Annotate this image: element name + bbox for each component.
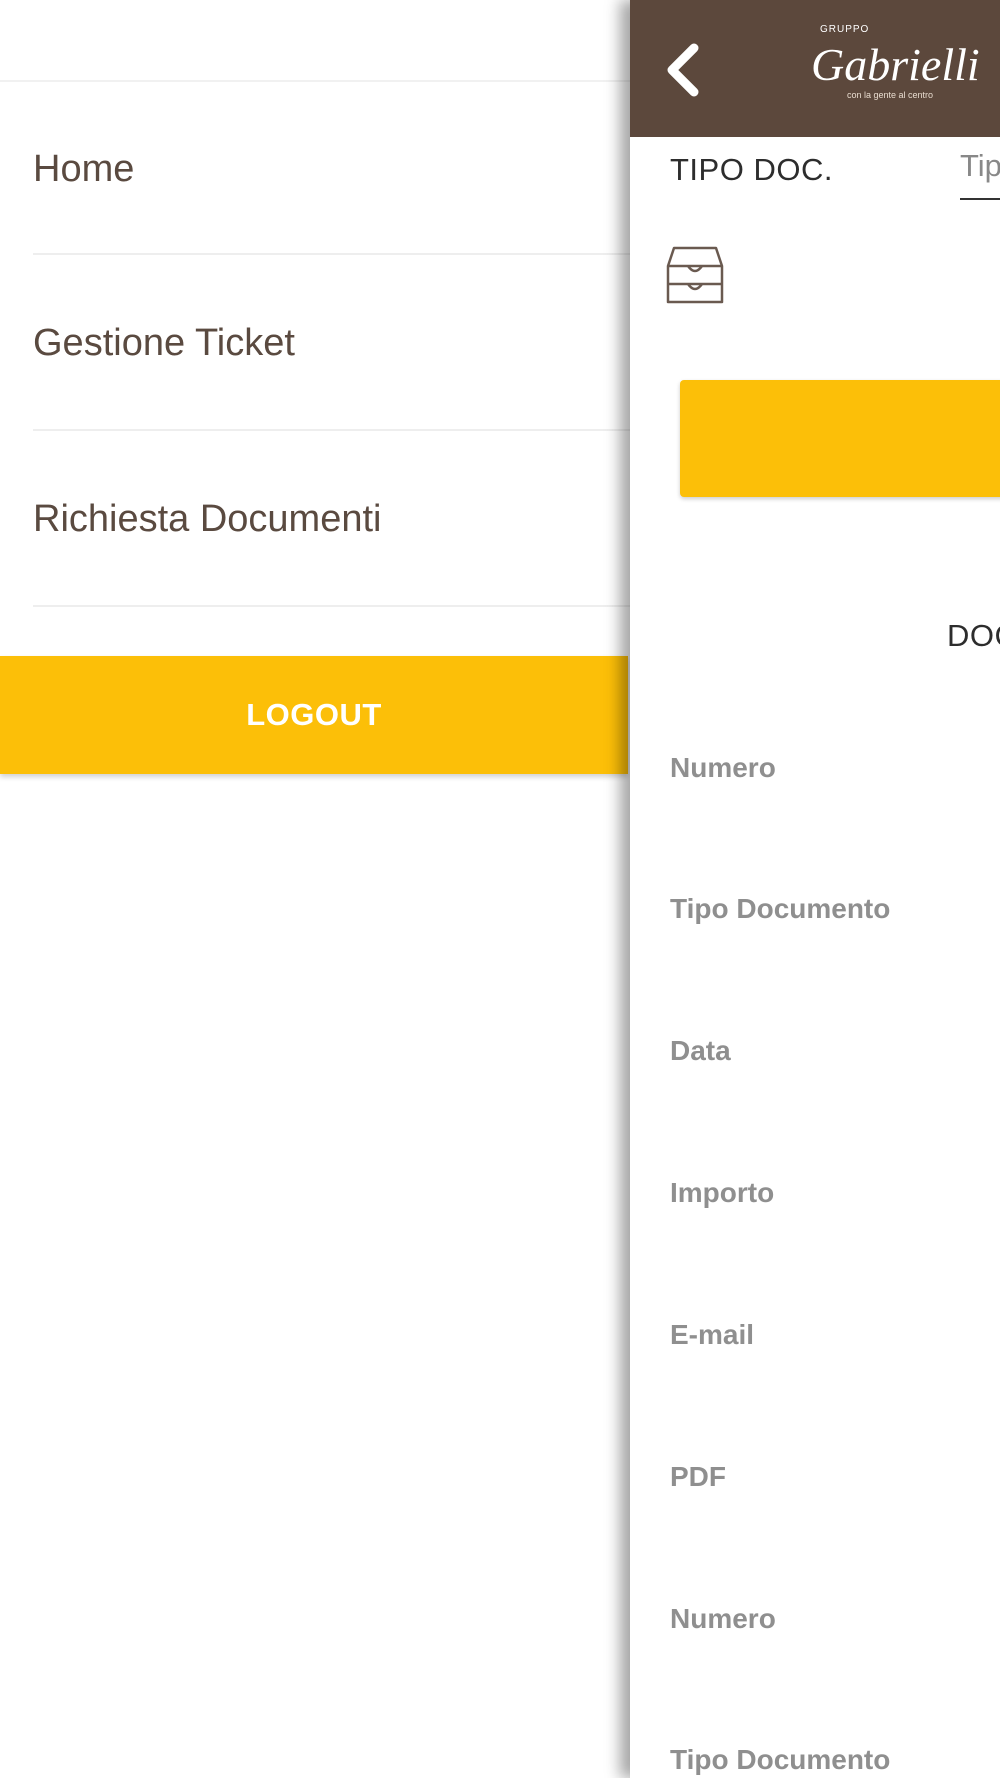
back-button[interactable]	[658, 38, 718, 102]
logo-top-text: GRUPPO	[820, 24, 869, 35]
menu-item-home[interactable]: Home	[33, 81, 630, 257]
app-header: GRUPPO Gabrielli con la gente al centro	[630, 0, 1000, 137]
field-label-importo: Importo	[670, 1177, 775, 1208]
menu-item-label: Home	[33, 147, 135, 190]
archive-drawer-icon	[666, 244, 724, 306]
field-label-numero: Numero	[670, 1603, 776, 1634]
field-label-pdf: PDF	[670, 1461, 726, 1492]
menu-item-richiesta-documenti[interactable]: Richiesta Documenti	[33, 431, 630, 607]
field-label-email: E-mail	[670, 1319, 755, 1350]
logout-label: LOGOUT	[246, 697, 382, 732]
tipo-doc-select[interactable]: Tip	[960, 148, 1000, 200]
field-label-tipo-documento: Tipo Documento	[670, 1744, 891, 1775]
menu-item-label: Richiesta Documenti	[33, 497, 382, 540]
request-button[interactable]	[680, 380, 1000, 497]
section-title: DOC	[947, 618, 1000, 653]
field-label-tipo-documento: Tipo Documento	[670, 893, 891, 924]
menu-divider	[33, 605, 630, 607]
gruppo-gabrielli-logo: GRUPPO Gabrielli con la gente al centro	[805, 18, 1000, 118]
menu-item-gestione-ticket[interactable]: Gestione Ticket	[33, 255, 630, 431]
menu-item-label: Gestione Ticket	[33, 321, 295, 364]
logo-name-text: Gabrielli	[811, 39, 980, 90]
logo-tagline-text: con la gente al centro	[847, 90, 933, 100]
logout-button[interactable]: LOGOUT	[0, 656, 628, 774]
field-label-data: Data	[670, 1035, 731, 1066]
field-label-numero: Numero	[670, 752, 776, 783]
documents-panel: GRUPPO Gabrielli con la gente al centro …	[630, 0, 1000, 1778]
chevron-left-icon	[667, 43, 699, 97]
navigation-drawer: Home Gestione Ticket Richiesta Documenti…	[0, 0, 630, 1778]
tipo-doc-label: TIPO DOC.	[670, 152, 833, 187]
